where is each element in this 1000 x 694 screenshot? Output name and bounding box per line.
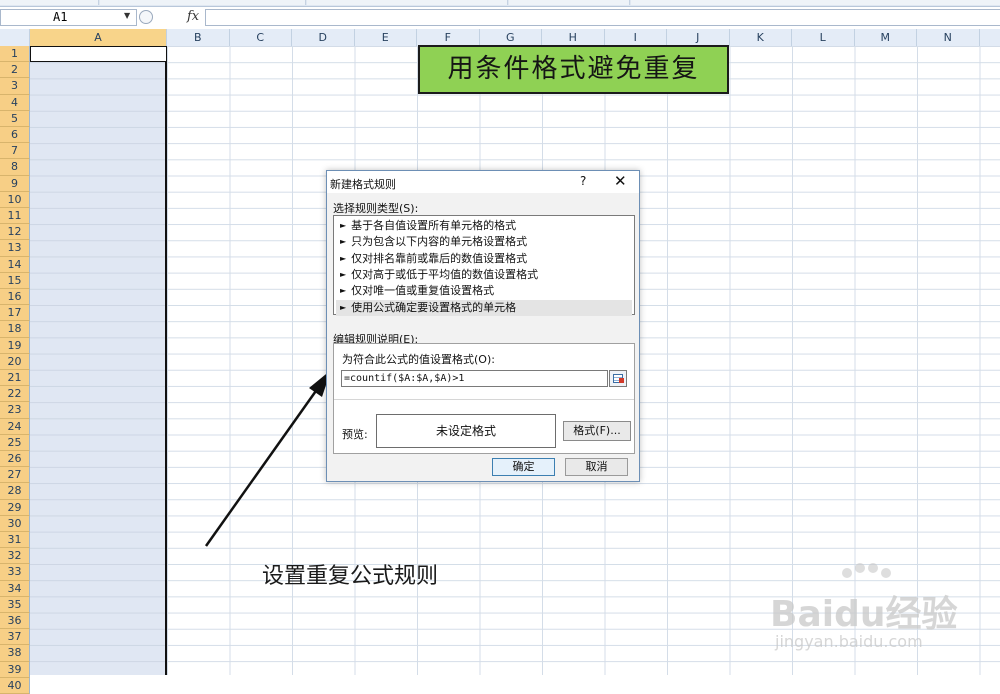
rule-type-label-text: 使用公式确定要设置格式的单元格	[351, 300, 517, 314]
annotation-caption: 设置重复公式规则	[262, 564, 439, 589]
row-header[interactable]: 40	[0, 677, 30, 694]
new-format-rule-dialog: 新建格式规则 ? ✕ 选择规则类型(S): ► 基于各自值设置所有单元格的格式 ► 只…	[326, 170, 640, 482]
rule-type-item[interactable]: ► 使用公式确定要设置格式的单元格	[336, 299, 632, 316]
watermark-logo: Baidu经验	[770, 594, 958, 635]
rule-type-label-text: 仅对高于或低于平均值的数值设置格式	[351, 267, 539, 281]
format-button[interactable]: 格式(F)...	[563, 421, 631, 441]
triangle-right-icon: ►	[340, 221, 347, 230]
triangle-right-icon: ►	[340, 269, 347, 279]
rule-type-label-text: 基于各自值设置所有单元格的格式	[351, 219, 517, 232]
formula-label: 为符合此公式的值设置格式(O):	[342, 353, 495, 366]
rule-type-item[interactable]: ► 基于各自值设置所有单元格的格式	[336, 218, 632, 234]
rule-type-item[interactable]: ► 只为包含以下内容的单元格设置格式	[336, 234, 632, 250]
rule-description-panel: 为符合此公式的值设置格式(O): =countif($A:$A,$A)>1 预览…	[333, 343, 635, 454]
separator	[334, 399, 634, 400]
triangle-right-icon: ►	[340, 302, 347, 312]
rule-type-label: 选择规则类型(S):	[333, 202, 419, 215]
range-select-arrow-icon	[619, 378, 624, 383]
dialog-titlebar[interactable]: 新建格式规则 ? ✕	[327, 171, 639, 193]
dialog-title: 新建格式规则	[330, 178, 396, 191]
triangle-right-icon: ►	[340, 286, 347, 296]
rule-type-label-text: 只为包含以下内容的单元格设置格式	[351, 235, 528, 249]
rule-type-label-text: 仅对排名靠前或靠后的数值设置格式	[351, 251, 528, 265]
rule-type-item[interactable]: ► 仅对排名靠前或靠后的数值设置格式	[336, 251, 632, 267]
cancel-button[interactable]: 取消	[565, 458, 628, 476]
help-icon[interactable]: ?	[580, 174, 586, 188]
preview-label: 预览:	[342, 428, 368, 441]
triangle-right-icon: ►	[340, 237, 347, 247]
rule-type-item[interactable]: ► 仅对高于或低于平均值的数值设置格式	[336, 267, 632, 283]
collapse-dialog-button[interactable]	[609, 370, 627, 387]
preview-box: 未设定格式	[376, 414, 556, 448]
rule-type-label-text: 仅对唯一值或重复值设置格式	[351, 284, 495, 298]
ok-button[interactable]: 确定	[492, 458, 555, 476]
close-icon[interactable]: ✕	[614, 172, 627, 190]
formula-field[interactable]: =countif($A:$A,$A)>1	[341, 370, 608, 387]
triangle-right-icon: ►	[340, 253, 347, 263]
rule-type-item[interactable]: ► 仅对唯一值或重复值设置格式	[336, 283, 632, 299]
watermark-url: jingyan.baidu.com	[775, 632, 923, 651]
rule-type-list: ► 基于各自值设置所有单元格的格式 ► 只为包含以下内容的单元格设置格式 ► 仅对排名靠前…	[333, 215, 635, 316]
